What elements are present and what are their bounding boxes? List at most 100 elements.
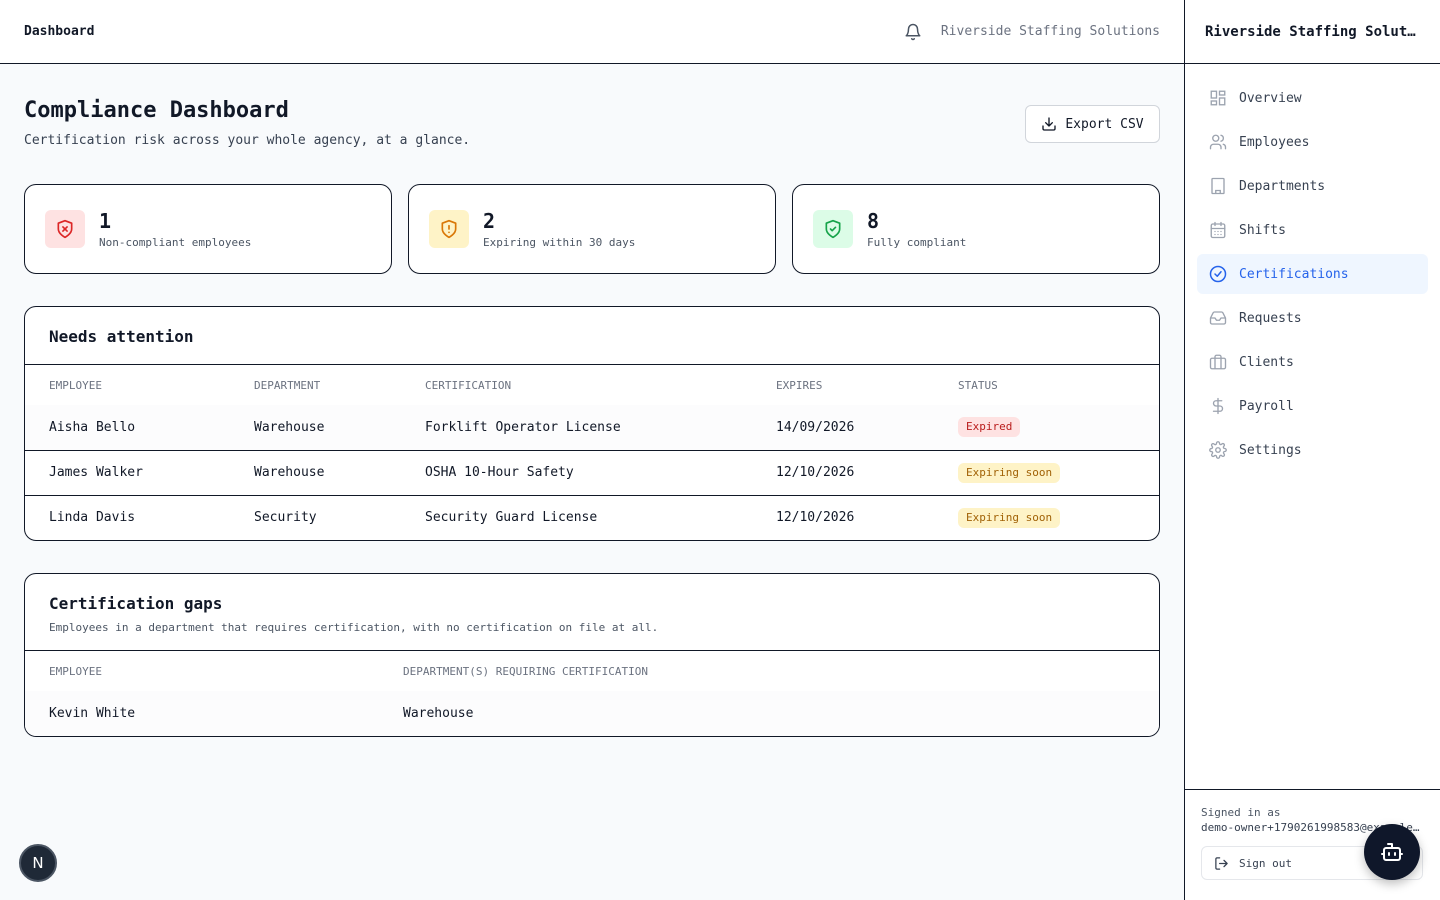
certification-cell: Security Guard License [425, 510, 598, 526]
column-header: EXPIRES [752, 365, 934, 405]
stats-row: 1 Non-compliant employees 2 Expiring wit… [24, 184, 1160, 274]
sidebar-item-payroll[interactable]: Payroll [1197, 386, 1428, 426]
status-cell: Expired [934, 405, 1159, 450]
bell-icon[interactable] [903, 22, 923, 42]
table-header-row: EMPLOYEE DEPARTMENT CERTIFICATION EXPIRE… [25, 365, 1159, 405]
sidebar-item-label: Payroll [1239, 398, 1294, 414]
inbox-icon [1209, 311, 1227, 325]
dollar-icon [1212, 397, 1224, 415]
column-header: EMPLOYEE [25, 365, 230, 405]
stat-value: 2 [483, 208, 496, 233]
sidebar-nav: Overview Employees Departments Shifts Ce… [1185, 64, 1440, 488]
topbar-right: Riverside Staffing Solutions [903, 22, 1160, 42]
users-icon [1209, 134, 1227, 150]
status-cell: Expiring soon [934, 450, 1159, 495]
employee-cell: James Walker [49, 465, 143, 480]
export-csv-button[interactable]: Export CSV [1025, 105, 1160, 143]
panel-header: Needs attention [25, 307, 1159, 365]
gear-icon [1209, 441, 1227, 459]
employee-cell: Linda Davis [49, 510, 136, 526]
page-subtitle: Certification risk across your whole age… [24, 133, 471, 148]
briefcase-icon [1209, 354, 1227, 370]
employee-cell: Aisha Bello [49, 419, 136, 435]
certification-gaps-table: EMPLOYEE DEPARTMENT(S) REQUIRING CERTIFI… [25, 651, 1159, 736]
check-circle-icon [1209, 265, 1227, 283]
table-row[interactable]: James Walker Warehouse OSHA 10-Hour Safe… [25, 450, 1159, 495]
departments-cell: Warehouse [403, 706, 474, 721]
sidebar-item-requests[interactable]: Requests [1197, 298, 1428, 338]
shield-x-icon [45, 210, 85, 248]
n-badge[interactable]: N [19, 844, 57, 882]
building-icon [1211, 177, 1225, 195]
stat-card-compliant: 8 Fully compliant [792, 184, 1160, 274]
sidebar-item-label: Certifications [1239, 266, 1349, 282]
column-header: DEPARTMENT [230, 365, 401, 405]
panel-title: Needs attention [49, 327, 194, 346]
stat-label: Expiring within 30 days [483, 235, 636, 249]
sidebar-item-employees[interactable]: Employees [1197, 122, 1428, 162]
sidebar-item-label: Clients [1239, 354, 1294, 370]
stat-value: 1 [99, 208, 112, 233]
table-row[interactable]: Linda Davis Security Security Guard Lice… [25, 495, 1159, 540]
sidebar-item-label: Employees [1239, 134, 1310, 150]
download-icon [1042, 117, 1057, 131]
bot-icon [1381, 843, 1403, 861]
column-header: DEPARTMENT(S) REQUIRING CERTIFICATION [379, 651, 1159, 691]
sidebar-org-name: Riverside Staffing Solutions [1205, 23, 1419, 40]
expires-cell: 14/09/2026 [776, 419, 855, 435]
export-csv-label: Export CSV [1065, 116, 1144, 132]
certification-cell: Forklift Operator License [425, 419, 621, 435]
certification-gaps-panel: Certification gaps Employees in a depart… [24, 573, 1160, 737]
employee-cell: Kevin White [49, 706, 136, 721]
grid-icon [1210, 90, 1226, 106]
column-header: CERTIFICATION [401, 365, 752, 405]
status-cell: Expiring soon [934, 495, 1159, 540]
certification-cell: OSHA 10-Hour Safety [425, 465, 574, 480]
table-row[interactable]: Kevin White Warehouse [25, 691, 1159, 736]
table-header-row: EMPLOYEE DEPARTMENT(S) REQUIRING CERTIFI… [25, 651, 1159, 691]
sidebar-item-certifications[interactable]: Certifications [1197, 254, 1428, 294]
needs-attention-table: EMPLOYEE DEPARTMENT CERTIFICATION EXPIRE… [25, 365, 1159, 540]
sidebar-item-clients[interactable]: Clients [1197, 342, 1428, 382]
topbar-org-name: Riverside Staffing Solutions [940, 24, 1160, 39]
signed-in-label: Signed in as [1201, 806, 1281, 819]
sidebar-item-overview[interactable]: Overview [1197, 78, 1428, 118]
needs-attention-panel: Needs attention EMPLOYEE DEPARTMENT CERT… [24, 306, 1160, 541]
log-out-icon [1215, 856, 1228, 870]
stat-label: Fully compliant [867, 235, 967, 249]
status-badge: Expiring soon [958, 507, 1061, 528]
stat-card-expiring: 2 Expiring within 30 days [408, 184, 776, 274]
page-title: Compliance Dashboard [24, 98, 289, 123]
panel-title: Certification gaps [49, 594, 223, 613]
sidebar-item-label: Departments [1239, 178, 1326, 194]
status-badge: Expiring soon [958, 462, 1061, 483]
sidebar-item-label: Shifts [1239, 222, 1286, 238]
status-badge: Expired [958, 417, 1021, 438]
sidebar: Riverside Staffing Solutions Overview Em… [1184, 0, 1440, 900]
expires-cell: 12/10/2026 [776, 465, 855, 480]
assistant-bot-button[interactable] [1364, 824, 1420, 880]
table-row[interactable]: Aisha Bello Warehouse Forklift Operator … [25, 405, 1159, 450]
sidebar-item-label: Requests [1239, 310, 1302, 326]
top-bar: Dashboard Riverside Staffing Solutions [0, 0, 1184, 64]
breadcrumb: Dashboard [24, 24, 95, 39]
sign-out-label: Sign out [1239, 856, 1292, 870]
expires-cell: 12/10/2026 [776, 510, 855, 526]
sidebar-item-departments[interactable]: Departments [1197, 166, 1428, 206]
department-cell: Warehouse [254, 419, 325, 435]
sidebar-item-settings[interactable]: Settings [1197, 430, 1428, 470]
stat-card-non-compliant: 1 Non-compliant employees [24, 184, 392, 274]
page-header: Compliance Dashboard Certification risk … [24, 64, 1160, 184]
sidebar-item-shifts[interactable]: Shifts [1197, 210, 1428, 250]
sidebar-item-label: Settings [1239, 442, 1302, 458]
sidebar-item-label: Overview [1239, 90, 1302, 106]
column-header: STATUS [934, 365, 1159, 405]
column-header: EMPLOYEE [25, 651, 379, 691]
panel-header: Certification gaps Employees in a depart… [25, 574, 1159, 651]
main-content: Compliance Dashboard Certification risk … [24, 64, 1160, 737]
calendar-icon [1210, 221, 1226, 239]
sidebar-header: Riverside Staffing Solutions [1185, 0, 1440, 64]
shield-check-icon [813, 210, 853, 248]
stat-label: Non-compliant employees [99, 235, 252, 249]
shield-alert-icon [429, 210, 469, 248]
